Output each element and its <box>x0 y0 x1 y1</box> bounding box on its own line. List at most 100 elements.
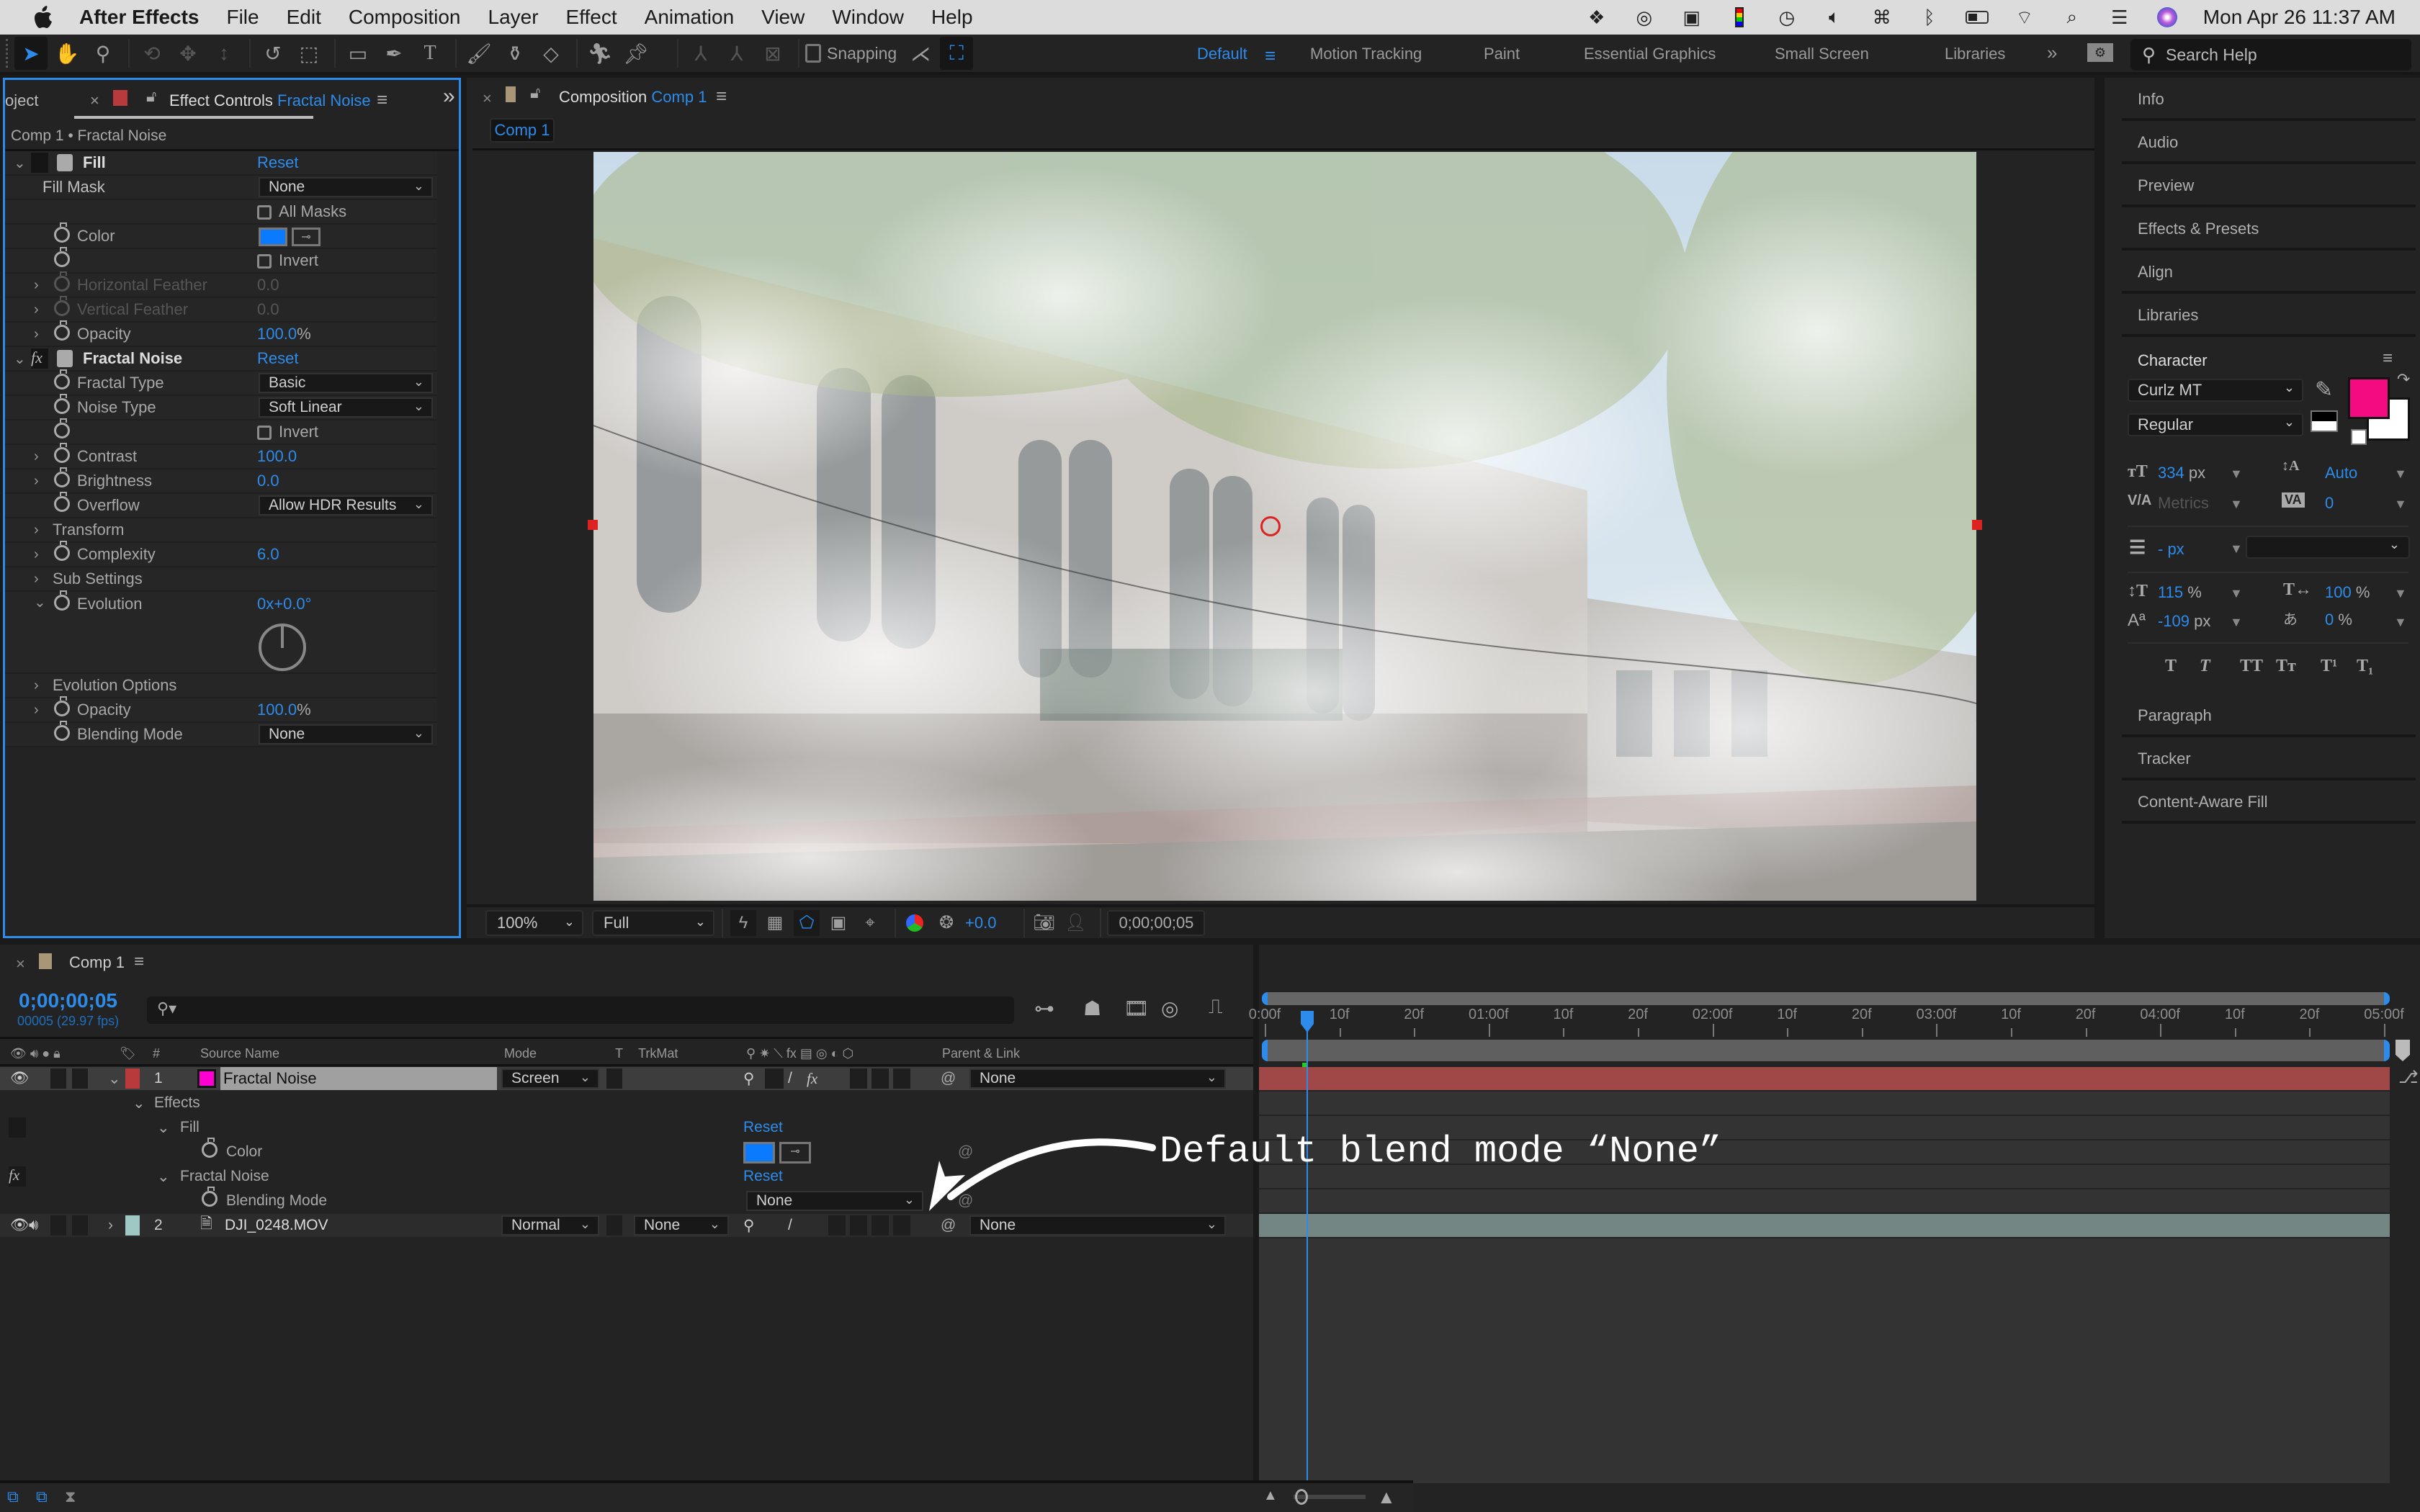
expand-chevron-icon[interactable]: › <box>34 302 48 318</box>
audio-icon[interactable]: 🔊︎ <box>29 1217 38 1234</box>
track-matte-dropdown[interactable]: None ⌄ <box>634 1215 729 1236</box>
mask-visibility-icon[interactable]: ⬠ <box>794 909 820 936</box>
font-style-dropdown[interactable]: Regular ⌄ <box>2128 413 2303 436</box>
toolbar-grip[interactable] <box>6 39 14 68</box>
superscript-icon[interactable]: T¹ <box>2321 657 2337 676</box>
visibility-eye-icon[interactable]: 👁︎ <box>10 1217 30 1234</box>
world-axis-icon[interactable]: ⅄ <box>720 37 753 70</box>
layer-search-input[interactable]: ⚲▾ <box>147 996 1014 1024</box>
comp-end-marker[interactable] <box>2396 1040 2410 1061</box>
close-tab-icon[interactable]: × <box>483 89 492 108</box>
panel-content-aware-fill[interactable]: Content-Aware Fill <box>2122 783 2416 824</box>
time-navigator-bar[interactable] <box>1262 992 2390 1005</box>
time-ruler[interactable]: 0:00f 10f 20f 01:00f 10f 20f 02:00f 10f 20f 03:00… <box>1249 1007 2404 1038</box>
expand-chevron-icon[interactable]: › <box>108 1217 113 1234</box>
pane-divider[interactable] <box>1253 945 1259 1512</box>
visibility-eye-icon[interactable]: 👁︎ <box>10 1070 30 1087</box>
show-snapshot-icon[interactable]: 👤︎ <box>1062 910 1088 936</box>
eyedropper-icon[interactable]: ⊸ <box>292 228 321 246</box>
layer-handle-left[interactable] <box>588 520 598 530</box>
panel-menu-icon[interactable]: ≡ <box>716 85 727 107</box>
layer-name[interactable]: DJI_0248.MOV <box>225 1217 328 1234</box>
menu-file[interactable]: File <box>226 6 259 29</box>
param-value[interactable]: 100.0% <box>257 701 311 719</box>
evolution-angle-dial[interactable] <box>259 624 306 671</box>
brush-tool-icon[interactable]: 🖌︎ <box>462 37 496 70</box>
wifi-icon[interactable]: ⌔ <box>2013 6 2036 29</box>
current-time-display[interactable]: 0;00;00;05 <box>1107 909 1206 936</box>
motion-blur-icon[interactable]: ◎ <box>1161 996 1178 1020</box>
solo-switch[interactable] <box>50 1215 66 1236</box>
fill-mask-dropdown[interactable]: None ⌄ <box>259 177 433 197</box>
faux-italic-icon[interactable]: T <box>2200 657 2210 676</box>
pick-whip-icon[interactable]: @ <box>941 1217 956 1234</box>
lock-icon[interactable]: 🔓︎ <box>146 87 156 106</box>
expand-chevron-icon[interactable]: › <box>34 277 48 294</box>
contrast-value[interactable]: 100.0 <box>257 447 297 466</box>
resolution-dropdown[interactable]: Full ⌄ <box>592 909 714 936</box>
snapping-checkbox[interactable] <box>805 44 821 63</box>
fractal-type-dropdown[interactable]: Basic ⌄ <box>259 373 433 393</box>
search-help-field[interactable]: ⚲ Search Help <box>2130 39 2411 71</box>
faux-bold-icon[interactable]: T <box>2165 657 2177 676</box>
dropdown-arrow-icon[interactable]: ▼ <box>2230 467 2243 482</box>
menu-animation[interactable]: Animation <box>645 6 735 29</box>
menu-help[interactable]: Help <box>931 6 973 29</box>
parent-dropdown[interactable]: None ⌄ <box>969 1215 1226 1236</box>
puppet-tool-icon[interactable]: 📌︎ <box>619 37 653 70</box>
frame-blend-switch[interactable] <box>850 1215 867 1236</box>
expand-panels-icon[interactable]: » <box>443 84 455 109</box>
effects-group-row[interactable]: ⌄ Effects <box>0 1092 1253 1115</box>
collapse-chevron-icon[interactable]: ⌄ <box>157 1119 170 1137</box>
control-center-icon[interactable]: ☰ <box>2108 6 2131 29</box>
font-family-dropdown[interactable]: Curlz MT ⌄ <box>2128 379 2303 402</box>
work-area-bar[interactable] <box>1262 1040 2390 1061</box>
menu-window[interactable]: Window <box>832 6 904 29</box>
lock-switch[interactable] <box>72 1068 88 1089</box>
current-time[interactable]: 0;00;00;05 <box>19 989 117 1012</box>
siri-icon[interactable] <box>2156 6 2179 29</box>
color-swatch[interactable] <box>259 228 287 246</box>
clone-stamp-tool-icon[interactable]: ⚱ <box>498 37 532 70</box>
collapse-chevron-icon[interactable]: ⌄ <box>157 1168 170 1186</box>
panel-tracker[interactable]: Tracker <box>2122 740 2416 780</box>
region-of-interest-icon[interactable]: ▣ <box>825 910 851 936</box>
zoom-slider-thumb[interactable] <box>1295 1489 1308 1505</box>
evolution-value[interactable]: 0x+0.0° <box>257 595 311 613</box>
close-tab-icon[interactable]: × <box>16 955 25 973</box>
column-source-name[interactable]: Source Name <box>200 1046 279 1061</box>
param-value[interactable]: 100.0% <box>257 325 311 343</box>
stopwatch-icon[interactable] <box>54 369 73 392</box>
tab-project[interactable]: oject <box>5 91 38 110</box>
dropdown-arrow-icon[interactable]: ▼ <box>2230 586 2243 601</box>
stopwatch-icon[interactable] <box>54 247 73 270</box>
black-white-swatch[interactable] <box>2311 410 2338 432</box>
local-axis-icon[interactable]: ⅄ <box>684 37 717 70</box>
font-size-number[interactable]: 334 <box>2158 464 2184 482</box>
param-transform[interactable]: › Transform <box>5 518 437 543</box>
menu-layer[interactable]: Layer <box>488 6 539 29</box>
small-caps-icon[interactable]: Tт <box>2276 657 2296 676</box>
baseline-shift-number[interactable]: -109 <box>2158 612 2190 630</box>
pen-tool-icon[interactable]: ✒ <box>377 37 411 70</box>
shy-layers-icon[interactable]: ☗ <box>1083 996 1101 1020</box>
reset-exposure-icon[interactable]: ❂ <box>933 910 959 936</box>
menu-app-name[interactable]: After Effects <box>79 6 199 29</box>
transfer-controls-toggle-icon[interactable]: ⧉ <box>36 1488 48 1506</box>
panel-menu-icon[interactable]: ≡ <box>377 89 387 111</box>
invert-checkbox[interactable]: Invert <box>257 251 318 270</box>
eyedropper-icon[interactable]: ✎ <box>2315 377 2333 402</box>
collapse-chevron-icon[interactable]: ⌄ <box>14 350 28 368</box>
workspace-small-screen[interactable]: Small Screen <box>1775 45 1869 63</box>
opacity-number[interactable]: 100.0 <box>257 325 297 343</box>
noise-type-dropdown[interactable]: Soft Linear ⌄ <box>259 397 433 418</box>
snap-to-edges-icon[interactable]: ⛶ <box>940 37 974 70</box>
swap-colors-icon[interactable]: ↷ <box>2397 370 2410 389</box>
dropdown-arrow-icon[interactable]: ▼ <box>2394 497 2407 512</box>
pan-camera-icon[interactable]: ✥ <box>171 37 205 70</box>
layer-label-color[interactable] <box>125 1068 140 1089</box>
grid-guides-icon[interactable]: ⌖ <box>857 910 883 936</box>
composition-flowchart-icon[interactable]: ⊶ <box>1034 996 1054 1020</box>
panel-preview[interactable]: Preview <box>2122 167 2416 207</box>
menu-effect[interactable]: Effect <box>566 6 617 29</box>
